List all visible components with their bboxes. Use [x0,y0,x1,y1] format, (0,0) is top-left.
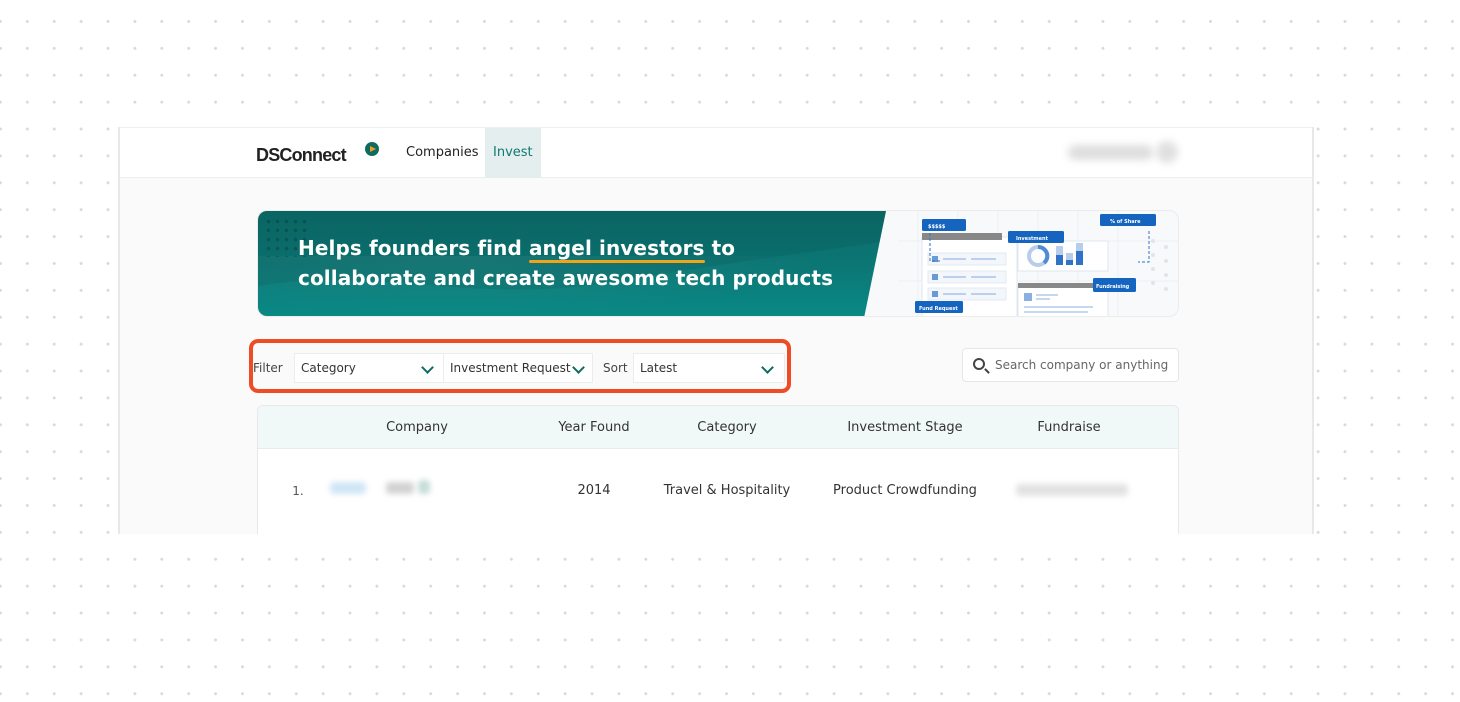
column-header-investment-stage[interactable]: Investment Stage [847,420,962,435]
logo-text[interactable]: DSConnect [256,145,347,166]
banner-headline: Helps founders find angel investors to c… [298,233,833,293]
sort-select[interactable]: Latest [633,353,785,383]
search-icon [973,358,985,370]
cell-year-found: 2014 [577,483,611,498]
illustration-tag-fund-request: Fund Request [915,301,963,313]
investment-illustration: $$$$$ Investment % of Share Fundraising … [898,211,1178,316]
top-navbar: DSConnect Companies Invest [120,127,1312,178]
hero-banner: Helps founders find angel investors to c… [257,210,1179,317]
company-logo-redacted [330,482,366,494]
column-header-company[interactable]: Company [386,420,448,435]
svg-text:Investment: Investment [1016,236,1049,242]
row-index: 1. [292,484,304,498]
investment-request-select[interactable]: Investment Request [443,353,593,383]
illustration-tag-investment: Investment [1008,231,1064,243]
category-select-value: Category [301,361,356,375]
search-box[interactable] [962,348,1179,382]
company-name-redacted[interactable] [386,482,414,494]
app-window: DSConnect Companies Invest Helps founder… [118,127,1314,534]
illustration-tag-fundraising: Fundraising [1093,278,1136,292]
investment-request-select-value: Investment Request [450,361,571,375]
search-input[interactable] [995,349,1175,381]
filter-sort-highlight: Filter Category Investment Request Sort … [249,339,791,393]
sort-label: Sort [603,361,628,375]
svg-text:Fundraising: Fundraising [1096,284,1130,290]
cell-investment-stage: Product Crowdfunding [833,483,977,498]
column-header-year-found[interactable]: Year Found [558,420,629,435]
illustration-tag-share: % of Share [1100,214,1156,226]
chevron-down-icon [421,361,434,374]
chevron-down-icon [572,361,585,374]
table-header: Company Year Found Category Investment S… [258,406,1178,449]
nav-invest[interactable]: Invest [485,128,541,178]
cell-fundraise-redacted [1016,484,1128,496]
table-row[interactable]: 1. 2014 Travel & Hospitality Product Cro… [258,449,1178,534]
headline-highlight: angel investors [528,236,705,260]
headline-part: to [704,236,736,260]
headline-part: Helps founders find [298,236,529,260]
column-header-category[interactable]: Category [697,420,756,435]
user-name-redacted[interactable] [1068,145,1153,160]
companies-table: Company Year Found Category Investment S… [257,405,1179,534]
nav-companies[interactable]: Companies [398,128,487,178]
category-select[interactable]: Category [294,353,444,383]
logo-play-icon [365,142,379,156]
column-header-fundraise[interactable]: Fundraise [1037,420,1100,435]
cell-category: Travel & Hospitality [663,483,791,498]
svg-text:Fund Request: Fund Request [919,306,958,312]
sort-select-value: Latest [640,361,678,375]
chevron-down-icon [761,361,774,374]
company-badge-redacted [418,480,430,494]
svg-text:% of Share: % of Share [1110,219,1141,225]
avatar[interactable] [1156,141,1178,163]
headline-line2: collaborate and create awesome tech prod… [298,266,834,290]
filter-label: Filter [253,361,283,375]
svg-text:$$$$$: $$$$$ [928,224,946,230]
illustration-tag-amount: $$$$$ [922,219,966,231]
